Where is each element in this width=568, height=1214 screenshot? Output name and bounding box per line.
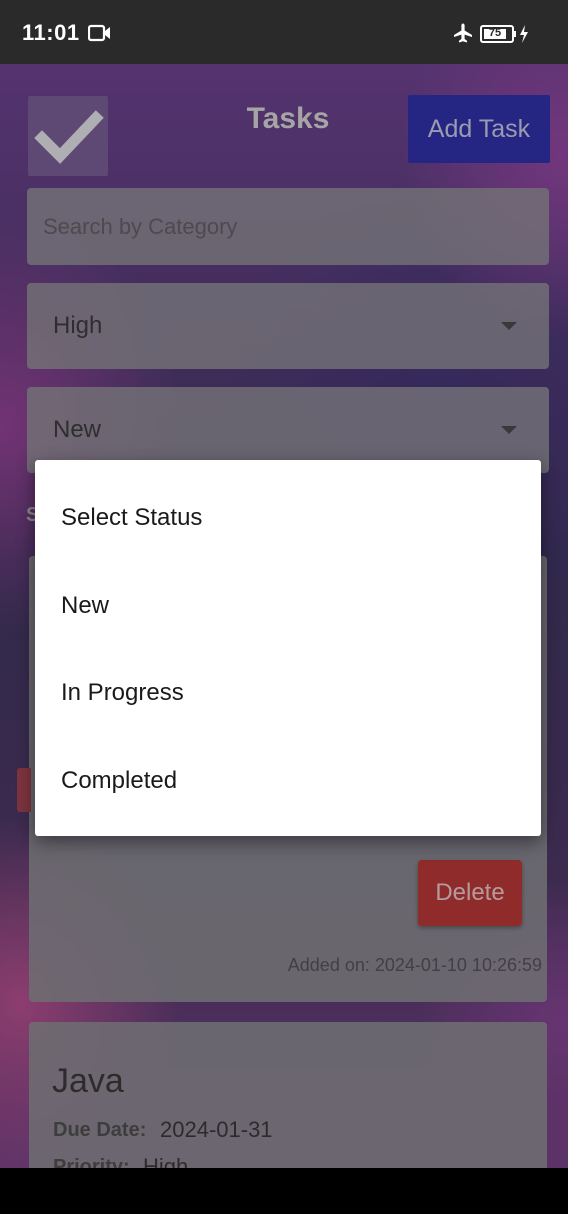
status-option-in-progress[interactable]: In Progress [35, 649, 541, 737]
status-bar: 11:01 75 [0, 0, 568, 64]
system-nav-bar [0, 1168, 568, 1214]
status-option-select[interactable]: Select Status [35, 474, 541, 562]
app-screen: Tasks Add Task Search by Category High N… [0, 64, 568, 1168]
status-dropdown-menu: Select Status New In Progress Completed [35, 460, 541, 836]
battery-level: 75 [488, 27, 502, 39]
charging-icon [518, 24, 530, 49]
status-time: 11:01 [22, 20, 80, 45]
status-option-new[interactable]: New [35, 562, 541, 650]
airplane-icon [452, 22, 474, 49]
video-record-icon [87, 23, 112, 48]
status-option-completed[interactable]: Completed [35, 737, 541, 825]
